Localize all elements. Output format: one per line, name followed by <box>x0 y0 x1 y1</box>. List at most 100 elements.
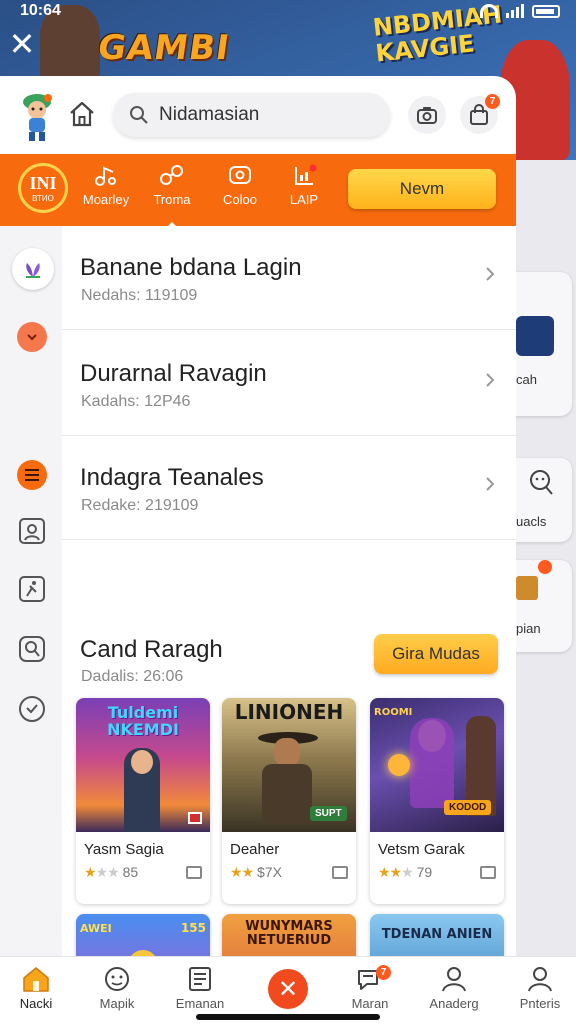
background-card-label: uacls <box>516 514 547 529</box>
person-icon <box>442 967 466 992</box>
game-art-title: WUNYMARS NETUERIUD <box>245 919 333 948</box>
game-art-corner: 155 <box>180 921 206 935</box>
game-art-title: TDENAN ANIEN <box>381 927 493 942</box>
menu-icon <box>25 469 39 481</box>
search-face-icon <box>530 470 553 495</box>
home-icon[interactable] <box>66 98 98 130</box>
tab-label: Nacki <box>19 996 53 1011</box>
book-icon[interactable] <box>480 866 496 879</box>
list-item[interactable]: Durarnal Ravagin Kadahs: 12P46 <box>62 332 516 436</box>
game-rating: ★★★ 79 <box>378 864 432 881</box>
search-bar[interactable] <box>113 93 390 137</box>
tab-anaderg[interactable]: Anaderg <box>414 965 494 1011</box>
tab-emanan[interactable]: Emanan <box>160 965 240 1011</box>
chat-icon <box>229 166 251 184</box>
game-art-tag: SUPT <box>310 806 347 821</box>
list-item-title: Durarnal Ravagin <box>80 360 267 387</box>
category-nav: INI ВТИО Moarley Troma Coloo LAIP Nevm <box>0 154 516 230</box>
rail-app-logo[interactable] <box>12 248 54 290</box>
game-art: ROOMI KODOD <box>370 698 504 832</box>
shopping-bag-icon <box>470 104 488 125</box>
brand-logo-subtext: ВТИО <box>32 194 54 203</box>
document-icon <box>189 967 211 991</box>
section-subtitle: Dadalis: 26:06 <box>81 668 184 685</box>
tab-label: Pnteris <box>519 996 561 1011</box>
tab-mapik[interactable]: Mapik <box>77 965 157 1011</box>
game-rating-value: 79 <box>416 864 433 880</box>
chevron-right-icon <box>486 477 495 491</box>
chevron-right-icon <box>486 267 495 281</box>
camera-icon <box>417 107 437 124</box>
tab-nacki[interactable]: Nacki <box>0 965 76 1011</box>
rail-expand-button[interactable] <box>17 322 47 352</box>
cart-button[interactable]: 7 <box>460 94 500 134</box>
cellular-icon <box>506 4 524 18</box>
activity-icon[interactable] <box>17 574 47 604</box>
tab-label: Mapik <box>99 996 135 1011</box>
tab-pnteris[interactable]: Pnteris <box>500 965 576 1011</box>
tab-label: Anaderg <box>429 996 479 1011</box>
game-name: Vetsm Garak <box>378 841 465 858</box>
brand-logo-text: INI <box>29 173 57 193</box>
game-rating: ★★★ 85 <box>84 864 138 881</box>
chart-icon <box>295 164 317 185</box>
tab-maran[interactable]: 7 Maran <box>330 965 410 1011</box>
section-action-button[interactable]: Gira Mudas <box>374 634 498 674</box>
left-rail <box>0 226 62 1024</box>
main-sheet: 7 INI ВТИО Moarley Troma <box>0 76 516 1024</box>
new-button[interactable]: Nevm <box>348 169 496 209</box>
star-rating-icon: ★★★ <box>378 864 414 880</box>
game-rating-value: 85 <box>122 864 139 880</box>
background-card-label: pian <box>516 621 541 636</box>
game-art-title: LINIONEH <box>234 700 344 724</box>
book-icon[interactable] <box>186 866 202 879</box>
brand-logo[interactable]: INI ВТИО <box>18 163 68 213</box>
tab-moarley[interactable]: Moarley <box>74 164 138 220</box>
game-card[interactable]: ROOMI KODOD Vetsm Garak ★★★ 79 <box>370 698 504 904</box>
game-rating-value: $7X <box>257 864 282 880</box>
game-card[interactable]: LINIONEH SUPT Deaher ★★ $7X <box>222 698 356 904</box>
close-icon[interactable]: ✕ <box>8 28 36 60</box>
search-person-icon[interactable] <box>17 634 47 664</box>
status-icons <box>480 4 560 18</box>
game-card[interactable]: Tuldemi NKEMDI Yasm Sagia ★★★ 85 <box>76 698 210 904</box>
message-badge: 7 <box>376 965 391 980</box>
home-indicator <box>196 1014 380 1020</box>
game-art-title: Tuldemi NKEMDI <box>107 703 179 739</box>
game-name: Deaher <box>230 841 280 858</box>
chevron-right-icon <box>486 373 495 387</box>
search-icon <box>130 106 148 124</box>
list-item[interactable]: Banane bdana Lagin Nedahs: 119109 <box>62 226 516 330</box>
list-item[interactable]: Indagra Teanales Redake: 219109 <box>62 436 516 540</box>
list-item-subtitle: Redake: 219109 <box>81 497 199 514</box>
header: 7 <box>0 76 516 154</box>
list-item-subtitle: Nedahs: 119109 <box>81 287 198 304</box>
mascot-logo[interactable] <box>16 90 58 142</box>
camera-button[interactable] <box>408 96 446 134</box>
music-icon <box>95 166 116 186</box>
check-circle-icon[interactable] <box>17 694 47 724</box>
close-icon: ✕ <box>277 975 299 1003</box>
home-icon <box>23 967 49 992</box>
battery-icon <box>532 4 560 18</box>
list-item-title: Indagra Teanales <box>80 464 264 491</box>
status-bar: 10:64 <box>0 0 576 24</box>
status-time: 10:64 <box>20 2 61 19</box>
tab-label: Moarley <box>82 192 130 207</box>
wifi-icon <box>480 4 498 18</box>
star-rating-icon: ★★ <box>230 864 254 880</box>
profile-icon <box>528 967 552 992</box>
tab-troma[interactable]: Troma <box>140 164 204 230</box>
game-art: LINIONEH SUPT <box>222 698 356 832</box>
tab-coloo[interactable]: Coloo <box>208 164 272 220</box>
close-action-button[interactable]: ✕ <box>268 969 308 1009</box>
tab-laip[interactable]: LAIP <box>272 164 336 220</box>
search-input[interactable] <box>159 103 379 127</box>
section-title: Cand Raragh <box>80 636 223 663</box>
tab-label: Emanan <box>175 996 225 1011</box>
chevron-down-icon <box>27 334 37 341</box>
face-frame-icon[interactable] <box>17 516 47 546</box>
game-art-tag: KODOD <box>444 800 492 815</box>
book-icon[interactable] <box>332 866 348 879</box>
rail-menu-button[interactable] <box>17 460 47 490</box>
